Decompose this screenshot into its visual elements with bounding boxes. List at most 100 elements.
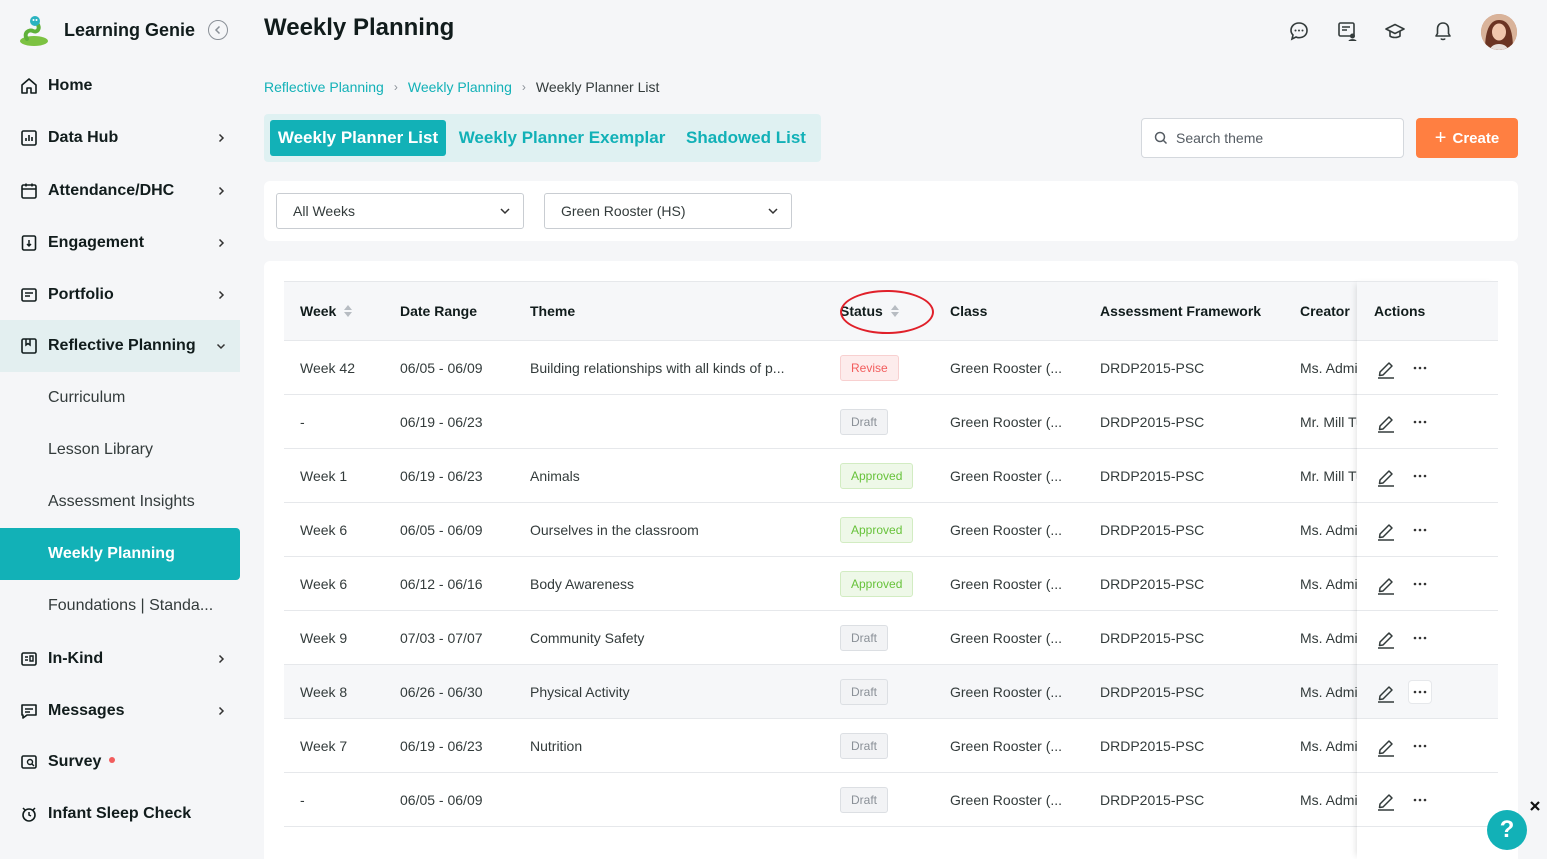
edit-icon[interactable] (1375, 357, 1397, 379)
status-badge: Approved (840, 571, 914, 597)
bell-icon[interactable] (1431, 19, 1455, 43)
sidebar-item-reflective-planning[interactable]: Reflective Planning (0, 320, 240, 372)
engagement-icon (20, 234, 38, 252)
chevron-right-icon (214, 652, 228, 666)
sidebar-item-attendance[interactable]: Attendance/DHC (0, 165, 240, 217)
cell-week: Week 42 (300, 360, 355, 376)
sidebar-item-portfolio[interactable]: Portfolio (0, 269, 240, 321)
edit-icon[interactable] (1375, 735, 1397, 757)
plus-icon: + (1434, 127, 1447, 149)
table-row[interactable]: Week 6 06/12 - 06/16 Body Awareness Green R… (284, 557, 1498, 611)
status-badge: Draft (840, 625, 889, 651)
sidebar-item-survey[interactable]: Survey (0, 736, 240, 788)
more-options-icon[interactable] (1409, 357, 1431, 379)
week-select[interactable]: All Weeks (276, 193, 524, 229)
cell-theme: Ourselves in the classroom (530, 522, 699, 538)
sidebar-subitem-foundations[interactable]: Foundations | Standa... (0, 580, 240, 632)
home-icon (20, 77, 38, 95)
cell-assessment-framework: DRDP2015-PSC (1100, 684, 1205, 700)
more-options-icon[interactable] (1409, 465, 1431, 487)
sidebar-item-engagement[interactable]: Engagement (0, 217, 240, 269)
graduation-cap-icon[interactable] (1383, 19, 1407, 43)
table-row[interactable]: Week 1 06/19 - 06/23 Animals Green Rooster … (284, 449, 1498, 503)
more-options-icon[interactable] (1409, 789, 1431, 811)
chevron-right-icon: › (521, 80, 526, 94)
calendar-icon (20, 182, 38, 200)
sidebar-subitem-curriculum[interactable]: Curriculum (0, 372, 240, 424)
tab-weekly-planner-exemplar[interactable]: Weekly Planner Exemplar (456, 120, 668, 156)
sidebar-subitem-weekly-planning[interactable]: Weekly Planning (0, 528, 240, 580)
table-row[interactable]: Week 6 06/05 - 06/09 Ourselves in the clas… (284, 503, 1498, 557)
more-options-icon[interactable] (1409, 411, 1431, 433)
sidebar-item-data-hub[interactable]: Data Hub (0, 112, 240, 164)
more-options-icon[interactable] (1409, 627, 1431, 649)
actions-cell (1357, 503, 1498, 557)
edit-icon[interactable] (1375, 627, 1397, 649)
class-select[interactable]: Green Rooster (HS) (544, 193, 792, 229)
tab-weekly-planner-list[interactable]: Weekly Planner List (270, 120, 446, 156)
collapse-sidebar-icon[interactable] (208, 20, 228, 40)
column-header-label: Week (300, 303, 337, 319)
cell-week: Week 8 (300, 684, 348, 700)
cell-date-range: 06/26 - 06/30 (400, 684, 483, 700)
cell-date-range: 06/05 - 06/09 (400, 792, 483, 808)
sidebar-item-home[interactable]: Home (0, 60, 240, 112)
sidebar-item-label: Engagement (48, 234, 145, 251)
cell-assessment-framework: DRDP2015-PSC (1100, 738, 1205, 754)
search-input[interactable] (1176, 130, 1376, 146)
cell-theme: Community Safety (530, 630, 645, 646)
edit-icon[interactable] (1375, 789, 1397, 811)
help-button[interactable]: ? (1487, 810, 1527, 850)
sidebar-item-label: Portfolio (48, 286, 114, 303)
close-icon[interactable] (1528, 799, 1542, 813)
sidebar-item-label: Infant Sleep Check (48, 805, 192, 822)
avatar[interactable] (1481, 14, 1517, 50)
more-options-icon[interactable] (1409, 519, 1431, 541)
table-row[interactable]: Week 9 07/03 - 07/07 Community Safety Green… (284, 611, 1498, 665)
create-button-label: Create (1452, 129, 1500, 147)
column-header-date-range: Date Range (400, 303, 477, 319)
actions-cell (1357, 611, 1498, 665)
breadcrumb-link-weekly-planning[interactable]: Weekly Planning (408, 79, 512, 95)
search-box[interactable] (1141, 118, 1404, 158)
more-options-icon[interactable] (1409, 681, 1431, 703)
cell-date-range: 07/03 - 07/07 (400, 630, 483, 646)
cell-week: Week 1 (300, 468, 348, 484)
tab-shadowed-list[interactable]: Shadowed List (678, 120, 814, 156)
sidebar-item-messages[interactable]: Messages (0, 685, 240, 737)
sidebar-item-infant-sleep-check[interactable]: Infant Sleep Check (0, 788, 240, 840)
breadcrumb-link-reflective-planning[interactable]: Reflective Planning (264, 79, 384, 95)
chevron-right-icon (214, 184, 228, 198)
edit-icon[interactable] (1375, 681, 1397, 703)
more-options-icon[interactable] (1409, 735, 1431, 757)
table-row[interactable]: - 06/19 - 06/23 Green Rooster (... DRDP2015… (284, 395, 1498, 449)
sort-icon[interactable] (344, 305, 353, 317)
table-row[interactable]: - 06/05 - 06/09 Green Rooster (... DRDP2015… (284, 773, 1498, 827)
actions-cell (1357, 395, 1498, 449)
edit-icon[interactable] (1375, 519, 1397, 541)
edit-icon[interactable] (1375, 411, 1397, 433)
column-header-class: Class (950, 303, 987, 319)
sidebar-item-in-kind[interactable]: In-Kind (0, 633, 240, 685)
sidebar-subitem-lesson-library[interactable]: Lesson Library (0, 424, 240, 476)
column-header-week[interactable]: Week (300, 303, 353, 319)
chat-icon[interactable] (1287, 19, 1311, 43)
brand[interactable]: Learning Genie (16, 12, 240, 48)
cell-week: - (300, 414, 305, 430)
sidebar-subitem-assessment-insights[interactable]: Assessment Insights (0, 476, 240, 528)
table-row[interactable]: Week 7 06/19 - 06/23 Nutrition Green Rooste… (284, 719, 1498, 773)
more-options-icon[interactable] (1409, 573, 1431, 595)
edit-icon[interactable] (1375, 573, 1397, 595)
actions-cell (1357, 341, 1498, 395)
contacts-chat-icon[interactable] (1335, 19, 1359, 43)
cell-assessment-framework: DRDP2015-PSC (1100, 522, 1205, 538)
table-row[interactable]: Week 42 06/05 - 06/09 Building relationshi… (284, 341, 1498, 395)
cell-assessment-framework: DRDP2015-PSC (1100, 468, 1205, 484)
edit-icon[interactable] (1375, 465, 1397, 487)
cell-week: - (300, 792, 305, 808)
class-select-value: Green Rooster (HS) (561, 203, 686, 219)
create-button[interactable]: + Create (1416, 118, 1518, 158)
sidebar-item-label: In-Kind (48, 650, 104, 667)
table-row[interactable]: Week 8 06/26 - 06/30 Physical Activity Gree… (284, 665, 1498, 719)
cell-class: Green Rooster (... (950, 414, 1063, 430)
